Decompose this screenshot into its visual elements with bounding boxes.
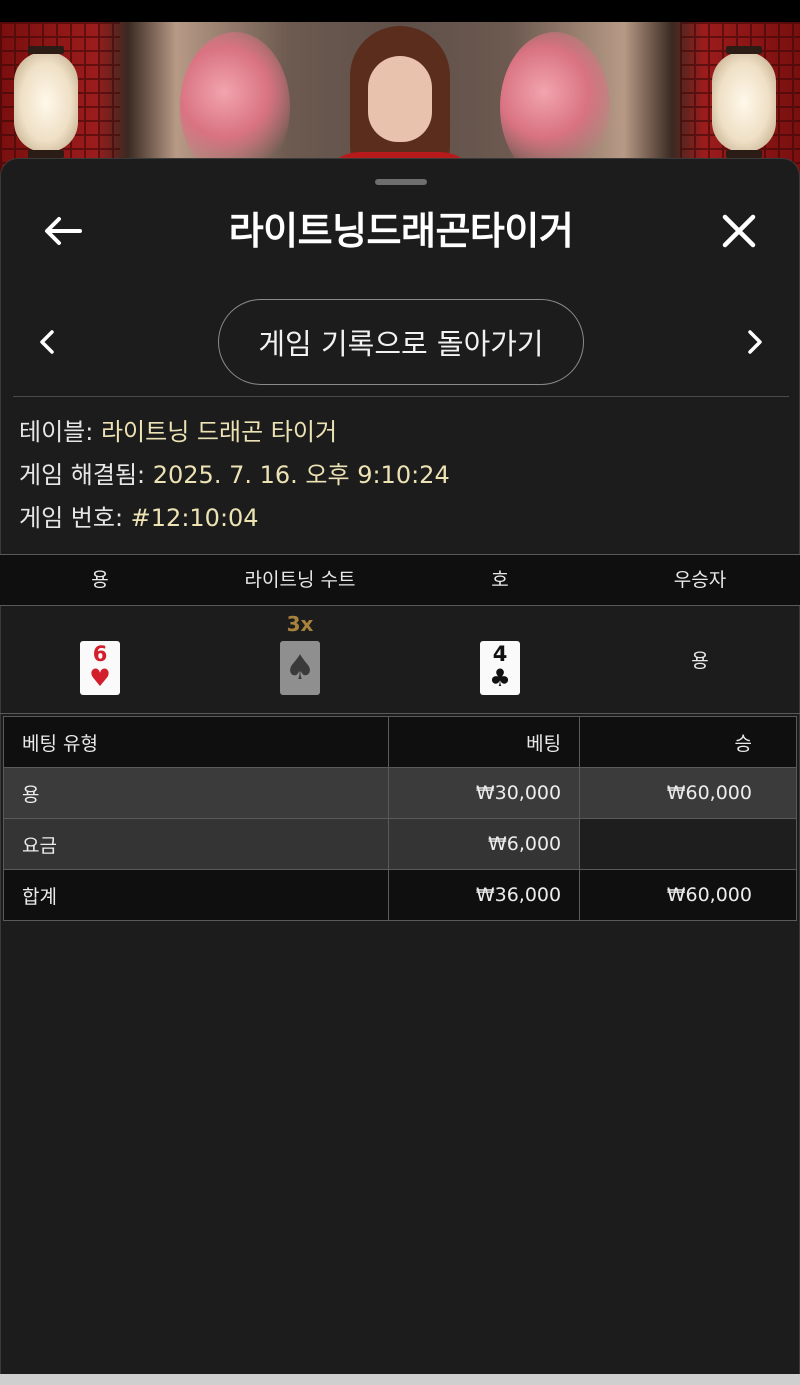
divider bbox=[13, 396, 789, 397]
card-rank: 4 bbox=[492, 641, 508, 666]
bottom-edge-bar bbox=[0, 1374, 800, 1385]
next-game-button[interactable] bbox=[737, 319, 773, 365]
arrow-left-icon bbox=[45, 217, 82, 245]
dealer-face bbox=[368, 56, 432, 142]
history-navigation: 게임 기록으로 돌아가기 bbox=[1, 299, 800, 385]
card-rank: 6 bbox=[92, 641, 108, 666]
heart-suit-icon: ♥ bbox=[89, 663, 111, 692]
game-number-info: 게임 번호: #12:10:04 bbox=[19, 497, 789, 540]
sheet-header: 라이트닝드래곤타이거 bbox=[1, 197, 800, 265]
win-amount: ₩60,000 bbox=[579, 869, 797, 921]
lightning-multiplier: 3x bbox=[286, 612, 314, 636]
table-row: 용 ₩30,000 ₩60,000 bbox=[2, 767, 797, 819]
previous-game-button[interactable] bbox=[29, 319, 65, 365]
resolved-info: 게임 해결됨: 2025. 7. 16. 오후 9:10:24 bbox=[19, 454, 789, 497]
result-header-lightning-suit: 라이트닝 수트 bbox=[244, 569, 356, 591]
close-button[interactable] bbox=[715, 209, 763, 253]
bet-type: 요금 bbox=[2, 818, 390, 870]
bet-table: 베팅 유형 베팅 승 용 ₩30,000 ₩60,000 요금 ₩6,000 합… bbox=[2, 716, 797, 921]
dragon-card: 6 ♥ bbox=[80, 640, 120, 695]
bet-amount: ₩36,000 bbox=[388, 869, 581, 921]
bet-amount: ₩30,000 bbox=[388, 767, 581, 819]
lantern-decoration bbox=[712, 46, 776, 158]
table-label: 테이블: bbox=[19, 418, 101, 446]
bet-table-header: 베팅 유형 베팅 승 bbox=[2, 716, 797, 768]
back-to-history-button[interactable]: 게임 기록으로 돌아가기 bbox=[218, 299, 584, 385]
result-header-dragon: 용 bbox=[91, 569, 109, 591]
spade-suit-icon: ♠ bbox=[284, 647, 316, 688]
chevron-left-icon bbox=[40, 330, 54, 354]
page-title: 라이트닝드래곤타이거 bbox=[228, 209, 574, 253]
game-info: 테이블: 라이트닝 드래곤 타이거 게임 해결됨: 2025. 7. 16. 오… bbox=[19, 411, 789, 540]
bet-amount-header: 베팅 bbox=[388, 716, 581, 768]
win-amount-header: 승 bbox=[579, 716, 797, 768]
chevron-right-icon bbox=[748, 330, 762, 354]
tiger-cell: 4 ♣ bbox=[400, 606, 600, 713]
win-amount bbox=[579, 818, 797, 870]
result-header-tiger: 호 bbox=[491, 569, 509, 591]
result-row: 6 ♥ 3x ♠ 4 ♣ 용 bbox=[0, 606, 800, 714]
lightning-suit-card: ♠ bbox=[280, 640, 320, 695]
dragon-cell: 6 ♥ bbox=[0, 606, 200, 713]
result-header-winner: 우승자 bbox=[673, 569, 727, 591]
resolved-value: 2025. 7. 16. 오후 9:10:24 bbox=[152, 461, 450, 489]
table-value: 라이트닝 드래곤 타이거 bbox=[100, 418, 338, 446]
table-info: 테이블: 라이트닝 드래곤 타이거 bbox=[19, 411, 789, 454]
table-row-total: 합계 ₩36,000 ₩60,000 bbox=[2, 869, 797, 921]
winner-value: 용 bbox=[691, 650, 709, 672]
bet-amount: ₩6,000 bbox=[388, 818, 581, 870]
bet-type: 용 bbox=[2, 767, 390, 819]
bet-type-header: 베팅 유형 bbox=[2, 716, 390, 768]
game-number-label: 게임 번호: bbox=[19, 504, 131, 532]
win-amount: ₩60,000 bbox=[579, 767, 797, 819]
tiger-card: 4 ♣ bbox=[480, 640, 520, 695]
game-number-value: #12:10:04 bbox=[130, 504, 259, 532]
table-row: 요금 ₩6,000 bbox=[2, 818, 797, 870]
close-icon bbox=[722, 214, 756, 248]
sheet-drag-handle[interactable] bbox=[375, 179, 427, 185]
game-result: 용 라이트닝 수트 호 우승자 6 ♥ 3x ♠ 4 ♣ 용 bbox=[0, 554, 800, 714]
resolved-label: 게임 해결됨: bbox=[19, 461, 153, 489]
lantern-decoration bbox=[14, 46, 78, 158]
lightning-suit-cell: 3x ♠ bbox=[200, 606, 400, 713]
winner-cell: 용 bbox=[600, 606, 800, 713]
result-header-row: 용 라이트닝 수트 호 우승자 bbox=[0, 554, 800, 606]
back-button[interactable] bbox=[39, 209, 87, 253]
club-suit-icon: ♣ bbox=[489, 663, 511, 692]
bet-type: 합계 bbox=[2, 869, 390, 921]
